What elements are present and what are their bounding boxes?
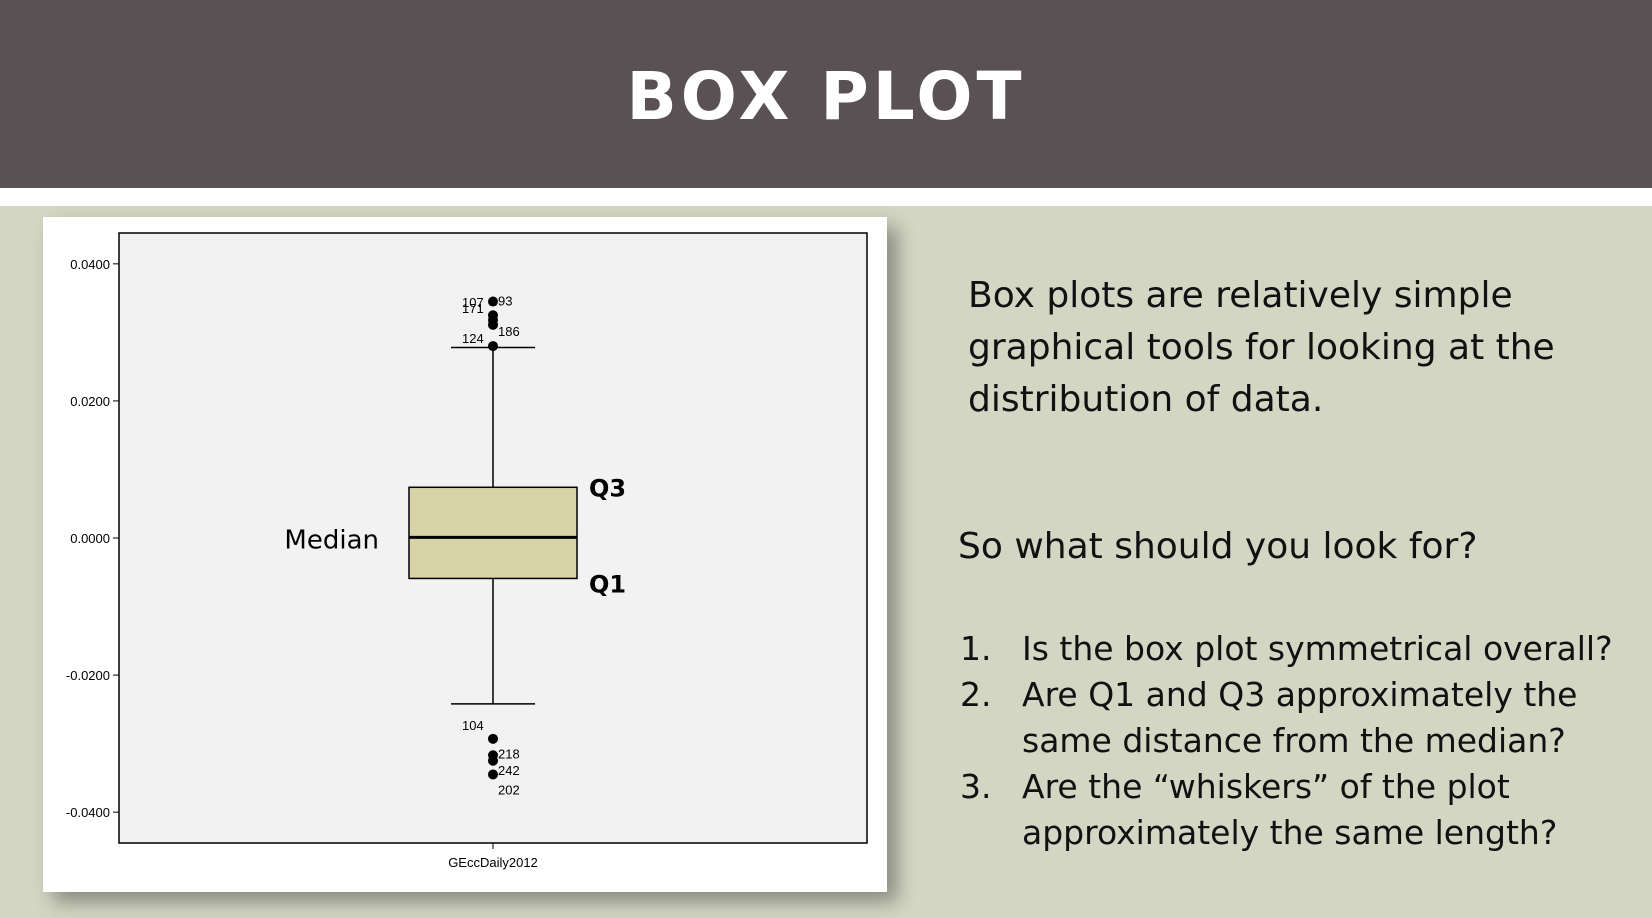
header-divider [0, 188, 1652, 206]
outlier-label: 171 [462, 301, 484, 316]
title-bar: BOX PLOT [0, 0, 1652, 188]
x-axis: GEccDaily2012 [448, 843, 538, 870]
y-tick-label: -0.0400 [66, 805, 110, 820]
y-axis: 0.0400 0.0200 0.0000 -0.0200 -0.0400 [66, 257, 119, 820]
outlier-point [488, 296, 498, 307]
interquartile-box [408, 486, 578, 580]
outlier-label: 202 [498, 782, 520, 797]
outlier-label: 104 [462, 718, 484, 733]
y-tick-label: 0.0000 [70, 531, 110, 546]
outlier-label: 186 [498, 324, 520, 339]
list-text: Are the “whiskers” of the plot approxima… [1022, 767, 1558, 852]
outlier-label: 93 [498, 294, 512, 309]
y-tick-label: -0.0200 [66, 668, 110, 683]
list-text: Is the box plot symmetrical overall? [1022, 629, 1613, 668]
slide-title: BOX PLOT [626, 58, 1026, 135]
y-tick-label: 0.0200 [70, 394, 110, 409]
outlier-point [488, 319, 498, 330]
q1-annotation: Q1 [589, 570, 626, 598]
outlier-point [488, 341, 498, 352]
list-number: 2. [960, 675, 992, 714]
outlier-point [488, 769, 498, 780]
checklist: 1. Is the box plot symmetrical overall? … [958, 626, 1638, 856]
y-tick-label: 0.0400 [70, 257, 110, 272]
outlier-label: 242 [498, 763, 520, 778]
intro-text: Box plots are relatively simple graphica… [968, 275, 1555, 420]
median-annotation: Median [284, 525, 379, 555]
list-number: 3. [960, 767, 992, 806]
list-item: 3. Are the “whiskers” of the plot approx… [958, 764, 1638, 856]
box-plot-chart: 0.04000.02000.0000-0.0200-0.0400 9310717… [66, 232, 868, 870]
q3-annotation: Q3 [589, 474, 626, 502]
list-item: 1. Is the box plot symmetrical overall? [958, 626, 1638, 672]
list-text: Are Q1 and Q3 approximately the same dis… [1022, 675, 1578, 760]
x-axis-label: GEccDaily2012 [448, 855, 538, 870]
outlier-label: 124 [462, 331, 484, 346]
question-heading: So what should you look for? [958, 526, 1478, 567]
outlier-point [488, 755, 498, 766]
outlier-point [488, 733, 498, 744]
list-item: 2. Are Q1 and Q3 approximately the same … [958, 672, 1638, 764]
box-plot-card: 0.0400 0.0200 0.0000 -0.0200 -0.0400 93 107 17… [43, 217, 887, 892]
list-number: 1. [960, 629, 992, 668]
outlier-label: 218 [498, 746, 520, 761]
